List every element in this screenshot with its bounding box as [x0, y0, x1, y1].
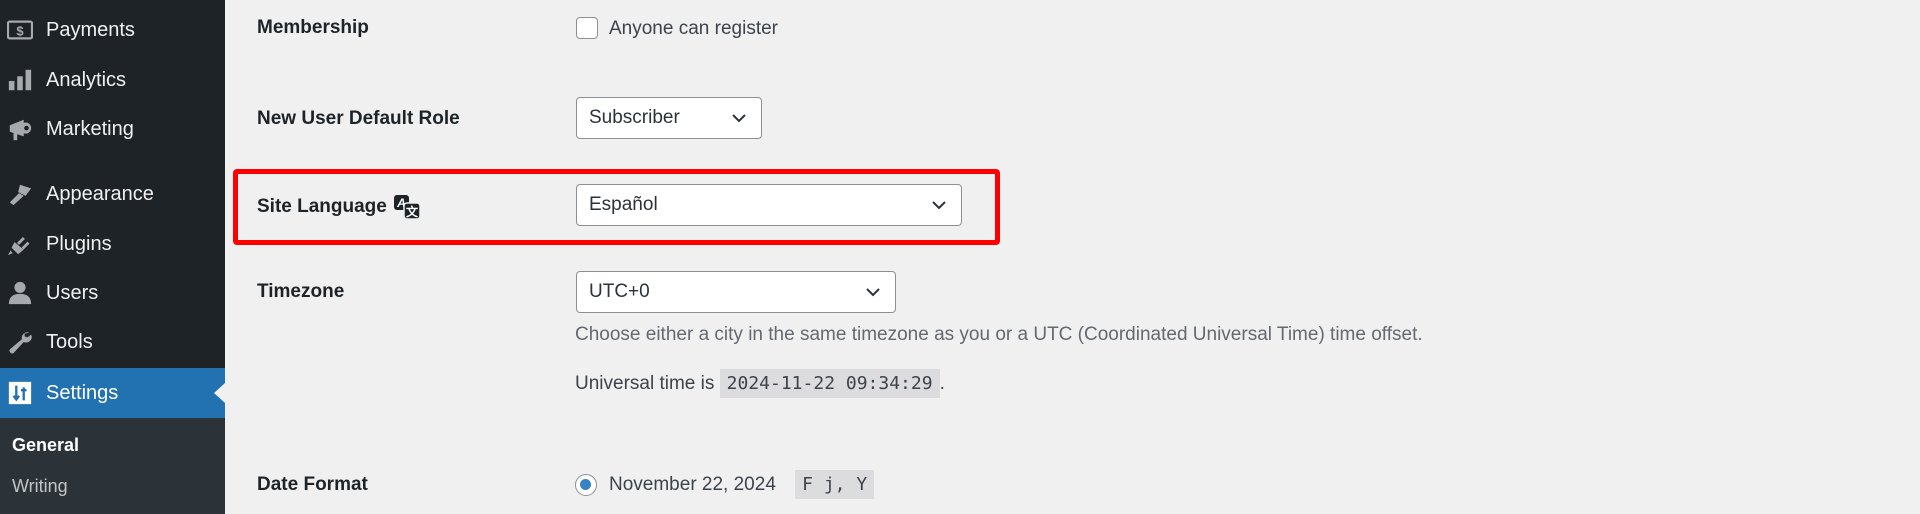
- wrench-icon: [6, 328, 34, 356]
- plug-icon: [6, 230, 34, 258]
- date-format-code: F j, Y: [795, 470, 875, 499]
- site-language-label: Site Language A文: [257, 194, 423, 220]
- translation-icon: A文: [393, 195, 421, 220]
- svg-text:$: $: [16, 24, 24, 39]
- sidebar-item-users[interactable]: Users: [0, 269, 225, 317]
- universal-time-text: Universal time is 2024-11-22 09:34:29.: [575, 369, 945, 398]
- bar-chart-icon: [6, 66, 34, 94]
- settings-icon: [6, 379, 34, 407]
- sidebar-item-label: Users: [46, 281, 99, 304]
- sidebar-item-payments[interactable]: $ Payments: [0, 6, 225, 54]
- submenu-item-writing[interactable]: Writing: [12, 476, 68, 497]
- chevron-down-icon: [866, 288, 880, 297]
- megaphone-icon: [6, 115, 34, 143]
- chevron-down-icon: [732, 114, 746, 123]
- sidebar-item-label: Analytics: [46, 68, 127, 91]
- universal-time-suffix: .: [939, 373, 945, 394]
- sidebar-item-settings[interactable]: Settings: [0, 368, 225, 418]
- user-icon: [6, 279, 34, 307]
- timezone-label: Timezone: [257, 281, 345, 302]
- universal-time-prefix: Universal time is: [575, 373, 715, 394]
- membership-label: Membership: [257, 17, 369, 38]
- default-role-select[interactable]: Subscriber: [576, 97, 762, 139]
- default-role-label: New User Default Role: [257, 108, 460, 129]
- dollar-icon: $: [6, 16, 34, 44]
- settings-submenu: General Writing: [0, 418, 225, 514]
- site-language-value: Español: [589, 194, 658, 215]
- sidebar-item-plugins[interactable]: Plugins: [0, 220, 225, 268]
- date-format-label: Date Format: [257, 474, 368, 495]
- svg-text:文: 文: [406, 204, 419, 219]
- sidebar-item-label: Tools: [46, 330, 93, 353]
- sidebar-item-tools[interactable]: Tools: [0, 318, 225, 366]
- paintbrush-icon: [6, 180, 34, 208]
- sidebar-item-marketing[interactable]: Marketing: [0, 105, 225, 153]
- sidebar-item-analytics[interactable]: Analytics: [0, 56, 225, 104]
- chevron-down-icon: [932, 201, 946, 210]
- sidebar-item-label: Payments: [46, 18, 135, 41]
- sidebar-item-label: Plugins: [46, 232, 112, 255]
- date-format-option-text: November 22, 2024: [609, 474, 776, 495]
- universal-time-value: 2024-11-22 09:34:29: [719, 369, 940, 398]
- anyone-can-register-checkbox[interactable]: [576, 17, 598, 39]
- anyone-can-register-label[interactable]: Anyone can register: [609, 18, 778, 40]
- submenu-item-general[interactable]: General: [12, 435, 79, 456]
- timezone-description: Choose either a city in the same timezon…: [575, 324, 1423, 345]
- site-language-select[interactable]: Español: [576, 184, 962, 226]
- sidebar-item-label: Appearance: [46, 182, 154, 205]
- site-language-label-text: Site Language: [257, 196, 387, 217]
- default-role-value: Subscriber: [589, 107, 680, 128]
- date-format-radio-selected[interactable]: [575, 474, 597, 496]
- sidebar-item-appearance[interactable]: Appearance: [0, 170, 225, 218]
- timezone-select[interactable]: UTC+0: [576, 271, 896, 313]
- sidebar-item-label: Marketing: [46, 117, 134, 140]
- sidebar-item-label: Settings: [46, 381, 119, 404]
- admin-sidebar: $ Payments Analytics Marketing Appearanc…: [0, 0, 225, 514]
- date-format-option-label[interactable]: November 22, 2024 F j, Y: [609, 470, 875, 499]
- timezone-value: UTC+0: [589, 281, 650, 302]
